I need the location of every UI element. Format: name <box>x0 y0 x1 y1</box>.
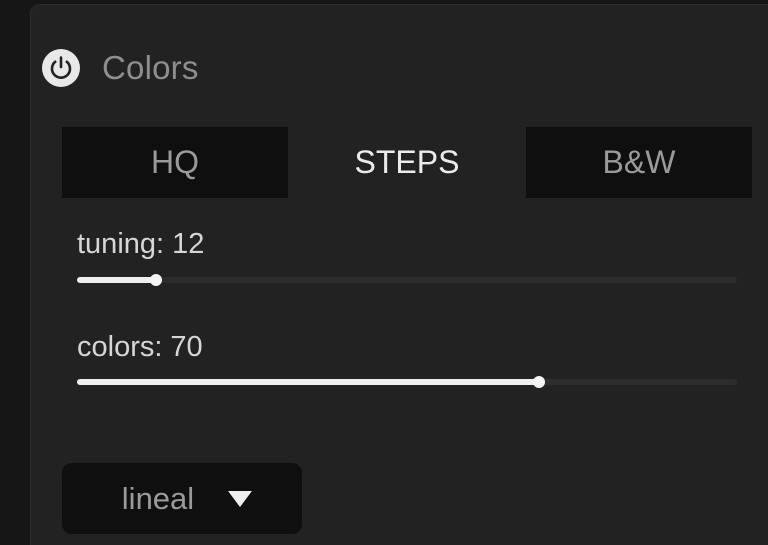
colors-label: colors: 70 <box>77 331 203 363</box>
power-icon <box>50 56 72 79</box>
tab-steps[interactable]: STEPS <box>288 127 526 198</box>
tuning-slider-fill <box>77 277 156 283</box>
tab-hq[interactable]: HQ <box>62 127 288 198</box>
tuning-slider-thumb[interactable] <box>150 274 162 286</box>
power-toggle-button[interactable] <box>42 49 80 87</box>
tuning-label-value: 12 <box>172 228 205 260</box>
interpolation-dropdown[interactable]: lineal <box>62 463 302 534</box>
tuning-slider[interactable] <box>77 274 737 286</box>
panel-title: Colors <box>102 49 199 86</box>
caret-down-icon <box>228 490 253 507</box>
mode-tabs: HQ STEPS B&W <box>62 127 752 198</box>
tab-bw[interactable]: B&W <box>526 127 752 198</box>
colors-slider-thumb[interactable] <box>533 376 545 388</box>
panel-header: Colors <box>42 48 199 88</box>
tuning-label: tuning: 12 <box>77 228 205 260</box>
colors-label-value: 70 <box>170 331 203 363</box>
colors-label-name: colors <box>77 331 155 363</box>
colors-slider-fill <box>77 379 539 385</box>
app-window: Colors HQ STEPS B&W tuning: 12 colors: 70 … <box>0 0 768 545</box>
tuning-label-name: tuning <box>77 228 157 260</box>
colors-slider[interactable] <box>77 376 737 388</box>
dropdown-selected-value: lineal <box>121 480 195 516</box>
